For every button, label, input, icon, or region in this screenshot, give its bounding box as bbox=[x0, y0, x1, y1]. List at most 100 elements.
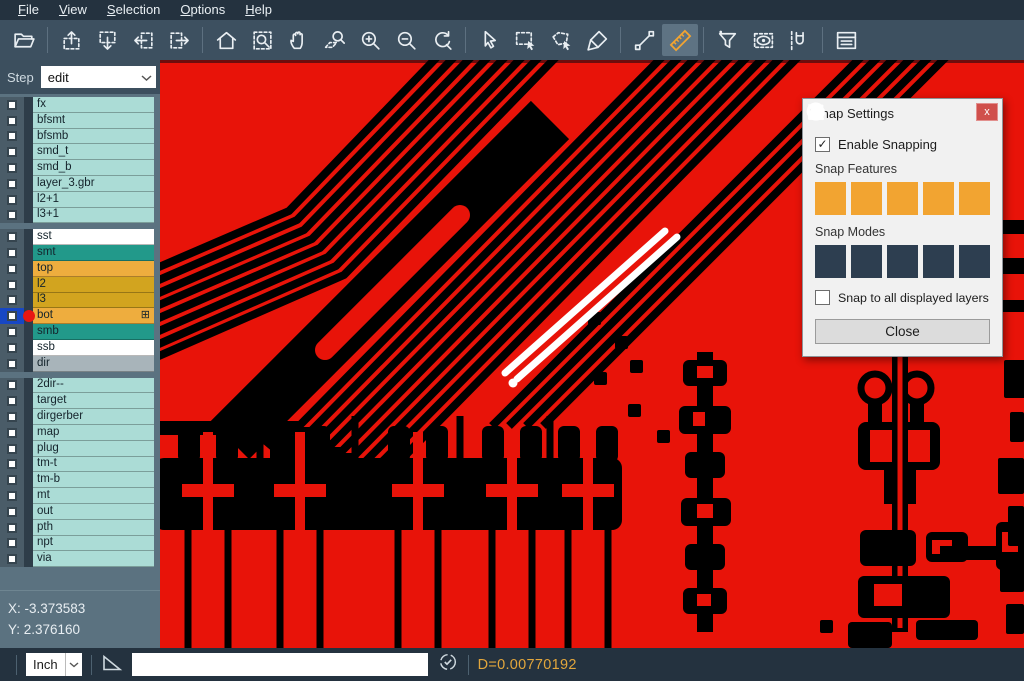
snap-center-snap-button[interactable] bbox=[815, 245, 846, 278]
layer-visibility-checkbox[interactable] bbox=[0, 340, 24, 356]
step-select[interactable]: edit bbox=[41, 66, 156, 88]
snap-end-snap-button[interactable] bbox=[887, 245, 918, 278]
layer-row-2dir--[interactable]: 2dir-- bbox=[0, 378, 154, 394]
zoom-polygon-button[interactable] bbox=[316, 24, 352, 56]
layer-visibility-checkbox[interactable] bbox=[0, 425, 24, 441]
snap-line-feature-button[interactable] bbox=[815, 182, 846, 215]
layer-visibility-checkbox[interactable] bbox=[0, 441, 24, 457]
layer-visibility-checkbox[interactable] bbox=[0, 129, 24, 145]
snap-point-snap-button[interactable] bbox=[851, 245, 882, 278]
layer-form-button[interactable] bbox=[828, 24, 864, 56]
filter-button[interactable] bbox=[709, 24, 745, 56]
layer-row-mt[interactable]: mt bbox=[0, 488, 154, 504]
pan-hand-button[interactable] bbox=[280, 24, 316, 56]
layer-name[interactable]: bfsmb bbox=[33, 129, 154, 145]
layer-visibility-checkbox[interactable] bbox=[0, 245, 24, 261]
layer-row-bfsmt[interactable]: bfsmt bbox=[0, 113, 154, 129]
layer-visibility-checkbox[interactable] bbox=[0, 520, 24, 536]
layer-row-top[interactable]: top bbox=[0, 261, 154, 277]
layer-name[interactable]: l2 bbox=[33, 277, 154, 293]
layer-name[interactable]: dir bbox=[33, 356, 154, 372]
layer-row-l3[interactable]: l3 bbox=[0, 293, 154, 309]
layer-row-l3+1[interactable]: l3+1 bbox=[0, 208, 154, 224]
layer-row-ssb[interactable]: ssb bbox=[0, 340, 154, 356]
layer-name[interactable]: l3 bbox=[33, 293, 154, 309]
clean-brush-button[interactable] bbox=[579, 24, 615, 56]
select-rectangle-button[interactable] bbox=[507, 24, 543, 56]
layer-name[interactable]: dirgerber bbox=[33, 409, 154, 425]
layer-row-tm-t[interactable]: tm-t bbox=[0, 457, 154, 473]
menu-view[interactable]: View bbox=[49, 0, 97, 20]
layer-row-layer_3.gbr[interactable]: layer_3.gbr bbox=[0, 176, 154, 192]
enable-snapping-checkbox[interactable]: ✓ bbox=[815, 137, 830, 152]
layer-row-plug[interactable]: plug bbox=[0, 441, 154, 457]
layer-name[interactable]: via bbox=[33, 551, 154, 567]
layer-name[interactable]: smd_t bbox=[33, 144, 154, 160]
layer-name[interactable]: mt bbox=[33, 488, 154, 504]
import-left-button[interactable] bbox=[125, 24, 161, 56]
layer-row-l2+1[interactable]: l2+1 bbox=[0, 192, 154, 208]
snap-corner-snap-button[interactable] bbox=[959, 245, 990, 278]
layer-row-out[interactable]: out bbox=[0, 504, 154, 520]
measure-input[interactable] bbox=[132, 653, 428, 676]
zoom-previous-button[interactable] bbox=[424, 24, 460, 56]
layer-name[interactable]: 2dir-- bbox=[33, 378, 154, 394]
menu-options[interactable]: Options bbox=[170, 0, 235, 20]
layer-name[interactable]: l2+1 bbox=[33, 192, 154, 208]
layer-visibility-checkbox[interactable] bbox=[0, 97, 24, 113]
snap-all-layers-checkbox[interactable] bbox=[815, 290, 830, 305]
layer-name[interactable]: bot⊞ bbox=[33, 308, 154, 324]
layer-row-l2[interactable]: l2 bbox=[0, 277, 154, 293]
layer-visibility-checkbox[interactable] bbox=[0, 378, 24, 394]
layer-visibility-checkbox[interactable] bbox=[0, 356, 24, 372]
layer-row-bot[interactable]: bot⊞ bbox=[0, 308, 154, 324]
layer-visibility-checkbox[interactable] bbox=[0, 192, 24, 208]
layer-visibility-checkbox[interactable] bbox=[0, 113, 24, 129]
layer-name[interactable]: tm-t bbox=[33, 457, 154, 473]
import-right-button[interactable] bbox=[161, 24, 197, 56]
layer-row-fx[interactable]: fx bbox=[0, 97, 154, 113]
select-polygon-button[interactable] bbox=[543, 24, 579, 56]
measure-ruler-button[interactable] bbox=[662, 24, 698, 56]
snap-arc-feature-button[interactable] bbox=[923, 182, 954, 215]
layer-row-tm-b[interactable]: tm-b bbox=[0, 472, 154, 488]
layer-visibility-checkbox[interactable] bbox=[0, 536, 24, 552]
measure-line-button[interactable] bbox=[626, 24, 662, 56]
import-up-button[interactable] bbox=[53, 24, 89, 56]
layer-row-smd_b[interactable]: smd_b bbox=[0, 160, 154, 176]
layer-visibility-checkbox[interactable] bbox=[0, 261, 24, 277]
snap-magnet-button[interactable] bbox=[781, 24, 817, 56]
layer-row-pth[interactable]: pth bbox=[0, 520, 154, 536]
zoom-window-button[interactable] bbox=[244, 24, 280, 56]
layer-visibility-checkbox[interactable] bbox=[0, 144, 24, 160]
zoom-out-button[interactable] bbox=[388, 24, 424, 56]
layer-row-sst[interactable]: sst bbox=[0, 229, 154, 245]
layer-name[interactable]: bfsmt bbox=[33, 113, 154, 129]
close-button[interactable]: Close bbox=[815, 319, 990, 344]
layer-name[interactable]: pth bbox=[33, 520, 154, 536]
layer-name[interactable]: top bbox=[33, 261, 154, 277]
layer-name[interactable]: ssb bbox=[33, 340, 154, 356]
layer-row-target[interactable]: target bbox=[0, 393, 154, 409]
layer-visibility-checkbox[interactable] bbox=[0, 324, 24, 340]
layer-row-via[interactable]: via bbox=[0, 551, 154, 567]
zoom-in-button[interactable] bbox=[352, 24, 388, 56]
layer-visibility-checkbox[interactable] bbox=[0, 393, 24, 409]
snap-slot-snap-button[interactable] bbox=[923, 245, 954, 278]
layer-visibility-checkbox[interactable] bbox=[0, 551, 24, 567]
dialog-close-button[interactable]: x bbox=[976, 103, 998, 121]
layer-visibility-checkbox[interactable] bbox=[0, 176, 24, 192]
unit-select[interactable]: Inch bbox=[26, 653, 82, 676]
open-folder-button[interactable] bbox=[6, 24, 42, 56]
home-view-button[interactable] bbox=[208, 24, 244, 56]
layer-name[interactable]: tm-b bbox=[33, 472, 154, 488]
layer-visibility-checkbox[interactable] bbox=[0, 409, 24, 425]
layer-name[interactable]: npt bbox=[33, 536, 154, 552]
import-down-button[interactable] bbox=[89, 24, 125, 56]
select-cursor-button[interactable] bbox=[471, 24, 507, 56]
layer-row-dir[interactable]: dir bbox=[0, 356, 154, 372]
layer-visibility-checkbox[interactable] bbox=[0, 472, 24, 488]
snap-surface-feature-button[interactable] bbox=[887, 182, 918, 215]
layer-row-smb[interactable]: smb bbox=[0, 324, 154, 340]
layer-name[interactable]: sst bbox=[33, 229, 154, 245]
